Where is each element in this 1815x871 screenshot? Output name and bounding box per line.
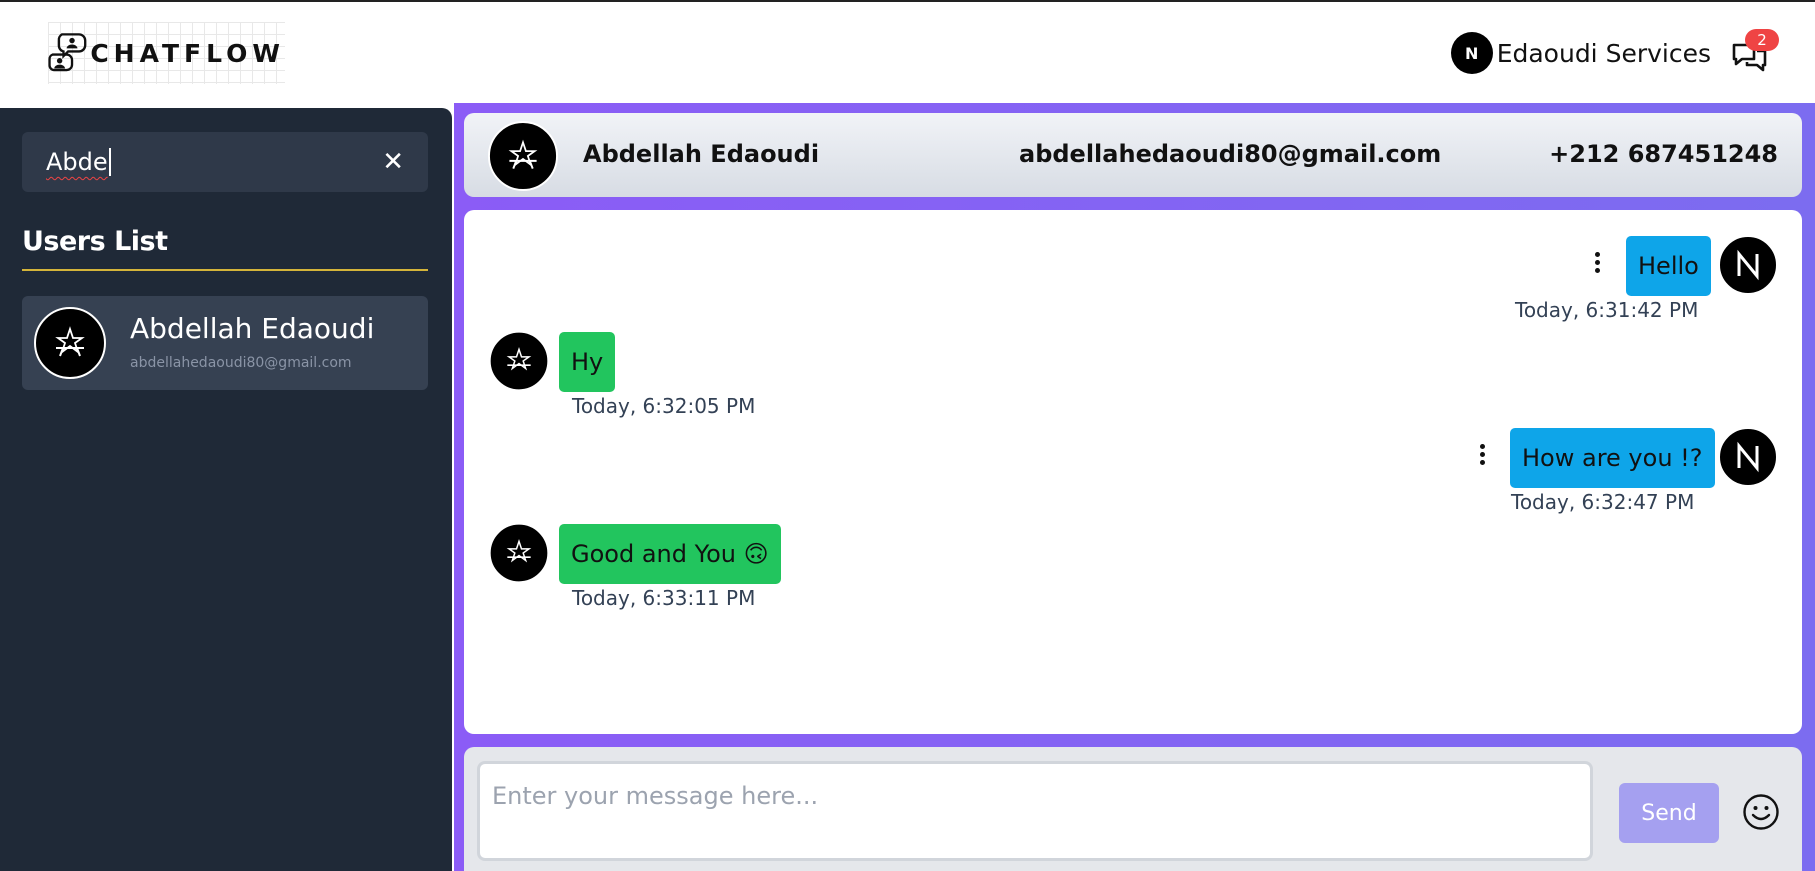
message-options-icon[interactable] (1474, 441, 1490, 471)
sender-avatar (1718, 235, 1778, 295)
user-email: abdellahedaoudi80@gmail.com (130, 355, 352, 371)
contact-avatar (489, 523, 549, 583)
send-button[interactable]: Send (1619, 783, 1719, 843)
chat-header: Abdellah Edaoudi abdellahedaoudi80@gmail… (464, 113, 1802, 197)
message-bubble-received: Good and You 🙃 (559, 524, 781, 584)
message-bubble-received: Hy (559, 332, 616, 392)
message-composer: Send (464, 747, 1802, 871)
contact-phone: +212 687451248 (1549, 140, 1778, 168)
user-name: Abdellah Edaoudi (130, 312, 375, 345)
message-input[interactable] (477, 761, 1593, 861)
divider (22, 269, 428, 271)
message-timestamp: Today, 6:31:42 PM (1515, 298, 1699, 322)
logo[interactable]: CHATFLOW (48, 22, 285, 84)
sender-avatar (1718, 427, 1778, 487)
message-timestamp: Today, 6:32:05 PM (572, 394, 756, 418)
contact-avatar (489, 331, 549, 391)
user-list-item[interactable]: Abdellah Edaoudi abdellahedaoudi80@gmail… (22, 296, 428, 390)
contact-email: abdellahedaoudi80@gmail.com (1019, 140, 1442, 168)
chat-logo-icon (48, 33, 87, 72)
sidebar: Abde ✕ Users List Abdellah Edaoudi abdel… (0, 108, 452, 871)
brand-name: CHATFLOW (90, 38, 285, 68)
message-timestamp: Today, 6:32:47 PM (1511, 490, 1695, 514)
message-options-icon[interactable] (1589, 249, 1605, 279)
message-timestamp: Today, 6:33:11 PM (572, 586, 756, 610)
contact-name: Abdellah Edaoudi (583, 140, 820, 168)
search-value: Abde (46, 148, 111, 176)
app-header: CHATFLOW N Edaoudi Services 2 (0, 0, 1815, 103)
user-search-input[interactable]: Abde ✕ (22, 132, 428, 192)
message-list: Hello Today, 6:31:42 PM Hy Today, 6:32:0… (464, 210, 1802, 734)
user-avatar (34, 307, 106, 379)
notifications-button[interactable]: 2 (1731, 29, 1779, 77)
message-bubble-sent: Hello (1626, 236, 1711, 296)
message-bubble-sent: How are you !? (1510, 428, 1715, 488)
current-user-avatar[interactable]: N (1450, 32, 1493, 74)
chat-panel: Abdellah Edaoudi abdellahedaoudi80@gmail… (454, 103, 1815, 871)
emoji-icon[interactable] (1742, 793, 1780, 831)
notification-badge: 2 (1745, 29, 1779, 51)
contact-avatar (488, 121, 558, 191)
users-list-title: Users List (22, 226, 168, 257)
close-icon[interactable]: ✕ (382, 147, 404, 177)
current-user-name[interactable]: Edaoudi Services (1497, 39, 1711, 68)
